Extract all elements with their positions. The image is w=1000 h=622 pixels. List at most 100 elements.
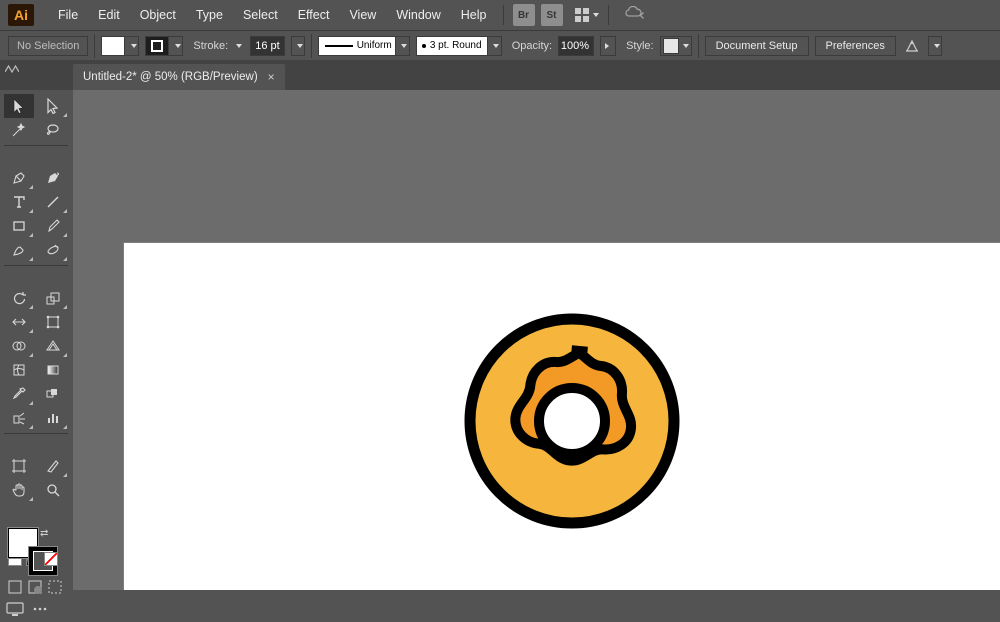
artboard[interactable] (123, 242, 1000, 590)
chevron-down-icon (131, 44, 137, 48)
zoom-tool[interactable] (38, 478, 68, 502)
draw-normal-icon[interactable] (8, 580, 22, 594)
menu-edit[interactable]: Edit (88, 4, 130, 26)
fill-swatch (101, 36, 125, 56)
menu-bar: Ai File Edit Object Type Select Effect V… (0, 0, 1000, 30)
symbol-sprayer-tool[interactable] (4, 406, 34, 430)
control-bar: No Selection Stroke: 16 pt Uniform 3 pt.… (0, 30, 1000, 60)
brush-definition[interactable]: 3 pt. Round (416, 36, 502, 56)
brush-menu[interactable] (488, 36, 502, 56)
hand-tool[interactable] (4, 478, 34, 502)
mesh-tool[interactable] (4, 358, 34, 382)
chevron-down-icon (297, 44, 303, 48)
brush-label: 3 pt. Round (430, 40, 482, 51)
opacity-menu[interactable] (600, 36, 616, 56)
chevron-down-icon (236, 44, 242, 48)
brush-preview: 3 pt. Round (416, 36, 488, 56)
menu-window[interactable]: Window (386, 4, 450, 26)
brush-dot-icon (422, 44, 426, 48)
slice-tool[interactable] (38, 454, 68, 478)
menu-file[interactable]: File (48, 4, 88, 26)
stroke-color-control[interactable] (145, 36, 183, 56)
align-to-pixel-icon[interactable] (902, 36, 922, 56)
opacity-field[interactable]: 100% (558, 36, 594, 56)
document-setup-button[interactable]: Document Setup (705, 36, 809, 56)
chevron-down-icon (593, 13, 599, 17)
align-menu[interactable] (928, 36, 942, 56)
stroke-weight-link[interactable] (234, 44, 244, 48)
column-graph-tool[interactable] (38, 406, 68, 430)
menu-view[interactable]: View (339, 4, 386, 26)
opacity-label[interactable]: Opacity: (512, 40, 552, 52)
rectangle-tool[interactable] (4, 214, 34, 238)
stroke-weight-field[interactable]: 16 pt (250, 36, 284, 56)
stroke-swatch (145, 36, 169, 56)
blend-tool[interactable] (38, 382, 68, 406)
gpu-preview-icon[interactable] (625, 6, 645, 25)
stroke-label[interactable]: Stroke: (193, 40, 228, 52)
stroke-swatch-menu[interactable] (169, 36, 183, 56)
menu-effect[interactable]: Effect (288, 4, 340, 26)
fill-color-control[interactable] (101, 36, 139, 56)
artboard-tool[interactable] (4, 454, 34, 478)
paintbrush-tool[interactable] (38, 214, 68, 238)
curvature-tool[interactable] (38, 166, 68, 190)
tools-panel: ⇄ (0, 90, 73, 590)
app-logo: Ai (8, 4, 34, 26)
lasso-tool[interactable] (38, 118, 68, 142)
draw-behind-icon[interactable] (28, 580, 42, 594)
chevron-down-icon (934, 44, 940, 48)
screen-mode-row (4, 598, 68, 620)
swap-fill-stroke-icon[interactable]: ⇄ (40, 528, 48, 539)
chevron-down-icon (493, 44, 499, 48)
graphic-style-swatch (663, 38, 679, 54)
canvas-area[interactable] (73, 90, 1000, 590)
preferences-button[interactable]: Preferences (815, 36, 896, 56)
fill-stroke-indicator[interactable]: ⇄ (4, 526, 68, 576)
scale-tool[interactable] (38, 286, 68, 310)
magic-wand-tool[interactable] (4, 118, 34, 142)
variable-width-profile[interactable]: Uniform (318, 36, 410, 56)
stroke-weight-menu[interactable] (291, 36, 305, 56)
color-mode-none[interactable] (44, 552, 58, 566)
draw-mode-row (4, 576, 68, 598)
close-icon[interactable]: × (268, 70, 275, 84)
menu-object[interactable]: Object (130, 4, 186, 26)
width-tool[interactable] (4, 310, 34, 334)
type-tool[interactable] (4, 190, 34, 214)
panel-collapse-handle[interactable] (2, 62, 22, 76)
screen-mode-icon[interactable] (6, 602, 24, 616)
arrange-documents-button[interactable] (572, 5, 602, 25)
chevron-down-icon (401, 44, 407, 48)
artwork-donut[interactable] (457, 306, 687, 536)
menu-help[interactable]: Help (451, 4, 497, 26)
edit-toolbar-icon[interactable] (32, 602, 48, 616)
selection-indicator[interactable]: No Selection (8, 36, 88, 56)
stroke-profile-preview: Uniform (318, 36, 396, 56)
line-segment-tool[interactable] (38, 190, 68, 214)
document-tab[interactable]: Untitled-2* @ 50% (RGB/Preview) × (73, 64, 285, 90)
menu-select[interactable]: Select (233, 4, 288, 26)
direct-selection-tool[interactable] (38, 94, 68, 118)
bridge-icon[interactable]: Br (513, 4, 535, 26)
gradient-tool[interactable] (38, 358, 68, 382)
tool-panel-handle-area (0, 60, 73, 90)
style-label[interactable]: Style: (626, 40, 654, 52)
stroke-weight-value: 16 pt (255, 40, 279, 52)
perspective-grid-tool[interactable] (38, 334, 68, 358)
eyedropper-tool[interactable] (4, 382, 34, 406)
menu-type[interactable]: Type (186, 4, 233, 26)
shaper-tool[interactable] (4, 238, 34, 262)
selection-tool[interactable] (4, 94, 34, 118)
eraser-tool[interactable] (38, 238, 68, 262)
graphic-style-control[interactable] (660, 36, 692, 56)
pen-tool[interactable] (4, 166, 34, 190)
free-transform-tool[interactable] (38, 310, 68, 334)
separator (698, 34, 699, 58)
shape-builder-tool[interactable] (4, 334, 34, 358)
rotate-tool[interactable] (4, 286, 34, 310)
fill-swatch-menu[interactable] (125, 36, 139, 56)
stock-icon[interactable]: St (541, 4, 563, 26)
stroke-profile-menu[interactable] (396, 36, 410, 56)
draw-inside-icon[interactable] (48, 580, 62, 594)
